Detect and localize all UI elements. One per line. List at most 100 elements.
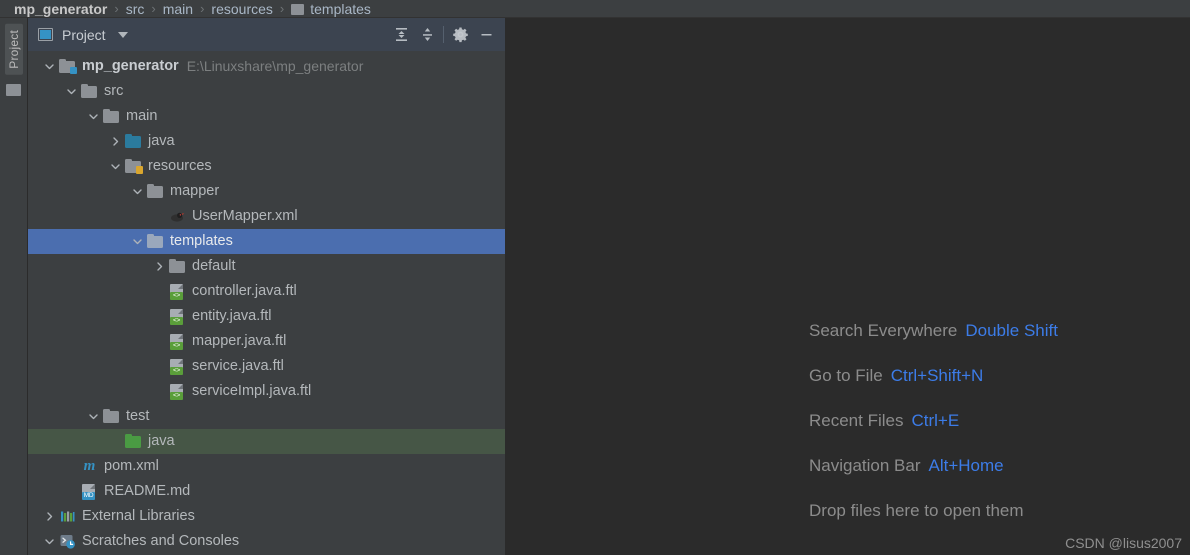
editor-hint: Drop files here to open them — [809, 501, 1058, 521]
tree-row[interactable]: resources — [28, 154, 505, 179]
tree-row[interactable]: <> serviceImpl.java.ftl — [28, 379, 505, 404]
tool-window-tab-project[interactable]: Project — [4, 24, 23, 75]
editor-hint-action: Drop files here to open them — [809, 501, 1024, 520]
folder-icon — [103, 408, 120, 425]
editor-empty-area[interactable]: Search Everywhere Double Shift Go to File C… — [506, 18, 1190, 555]
module-folder-icon — [59, 58, 77, 75]
folder-icon — [81, 83, 98, 100]
tree-row-label: java — [148, 433, 175, 449]
tree-row-label: test — [126, 408, 150, 424]
editor-hint-action: Navigation Bar — [809, 456, 921, 475]
tree-row-label: mapper.java.ftl — [192, 333, 287, 349]
breadcrumb-item-src[interactable]: src — [126, 0, 145, 18]
chevron-down-icon[interactable] — [64, 84, 79, 99]
tree-row-label: serviceImpl.java.ftl — [192, 383, 312, 399]
tree-row[interactable]: mapper — [28, 179, 505, 204]
ftl-file-icon: <> — [169, 383, 186, 400]
tree-row[interactable]: MD README.md — [28, 479, 505, 504]
chevron-down-icon[interactable] — [130, 184, 145, 199]
chevron-right-icon[interactable] — [42, 509, 57, 524]
collapse-all-button[interactable] — [414, 22, 440, 48]
breadcrumb-item-label: templates — [310, 0, 371, 17]
breadcrumb[interactable]: mp_generator › src › main › resources › template… — [0, 0, 1190, 18]
breadcrumb-item-templates[interactable]: templates — [291, 0, 371, 18]
tree-row-label: UserMapper.xml — [192, 208, 298, 224]
toolbar-divider — [443, 26, 444, 43]
breadcrumb-item-label: resources — [211, 0, 273, 17]
ftl-file-icon: <> — [169, 333, 186, 350]
breadcrumb-item-main[interactable]: main — [163, 0, 193, 18]
folder-icon — [169, 258, 186, 275]
chevron-down-icon[interactable] — [86, 409, 101, 424]
tree-row[interactable]: External Libraries — [28, 504, 505, 529]
editor-hint-shortcut: Double Shift — [965, 321, 1058, 340]
tree-row[interactable]: java — [28, 429, 505, 454]
tree-row[interactable]: templates — [28, 229, 505, 254]
tree-row[interactable]: main — [28, 104, 505, 129]
tree-row-label: resources — [148, 158, 212, 174]
mybatis-file-icon — [169, 208, 186, 225]
left-tool-strip: Project — [0, 18, 28, 555]
settings-button[interactable] — [447, 22, 473, 48]
ftl-file-icon: <> — [169, 358, 186, 375]
editor-hint: Recent Files Ctrl+E — [809, 411, 1058, 431]
tree-row[interactable]: mp_generator E:\Linuxshare\mp_generator — [28, 54, 505, 79]
breadcrumb-separator: › — [151, 0, 156, 16]
folder-icon — [291, 3, 305, 15]
editor-hint: Navigation Bar Alt+Home — [809, 456, 1058, 476]
tree-row[interactable]: UserMapper.xml — [28, 204, 505, 229]
watermark: CSDN @lisus2007 — [1065, 535, 1182, 551]
project-tree[interactable]: mp_generator E:\Linuxshare\mp_generator sr… — [28, 51, 505, 555]
tree-row[interactable]: src — [28, 79, 505, 104]
editor-hint-shortcut: Ctrl+Shift+N — [890, 366, 984, 385]
project-pane-icon — [38, 28, 53, 41]
tree-row[interactable]: test — [28, 404, 505, 429]
source-folder-icon — [125, 133, 142, 150]
tree-row-label: External Libraries — [82, 508, 195, 524]
scratches-icon — [59, 533, 76, 550]
editor-hint-shortcut: Alt+Home — [928, 456, 1004, 475]
chevron-down-icon[interactable] — [130, 234, 145, 249]
project-panel-header: Project — [28, 18, 505, 51]
chevron-right-icon[interactable] — [152, 259, 167, 274]
folder-icon — [103, 108, 120, 125]
chevron-down-icon[interactable] — [42, 59, 57, 74]
editor-hint-action: Search Everywhere — [809, 321, 958, 340]
chevron-down-icon[interactable] — [86, 109, 101, 124]
main-body: Project Project mp_generator E:\Linuxsha… — [0, 18, 1190, 555]
chevron-down-icon[interactable] — [42, 534, 57, 549]
breadcrumb-item-mp-generator[interactable]: mp_generator — [14, 0, 107, 18]
tree-row[interactable]: <> mapper.java.ftl — [28, 329, 505, 354]
resources-folder-icon — [125, 158, 143, 175]
chevron-right-icon[interactable] — [108, 134, 123, 149]
tree-row[interactable]: Scratches and Consoles — [28, 529, 505, 554]
tree-row[interactable]: <> entity.java.ftl — [28, 304, 505, 329]
tree-row-path: E:\Linuxshare\mp_generator — [186, 58, 364, 74]
editor-hint-shortcut: Ctrl+E — [911, 411, 960, 430]
breadcrumb-item-label: main — [162, 0, 194, 17]
test-folder-icon — [125, 433, 142, 450]
expand-all-button[interactable] — [388, 22, 414, 48]
tree-row[interactable]: default — [28, 254, 505, 279]
ftl-file-icon: <> — [169, 308, 186, 325]
editor-hint-action: Recent Files — [809, 411, 904, 430]
folder-icon[interactable] — [6, 83, 21, 96]
chevron-down-icon[interactable] — [117, 31, 128, 38]
breadcrumb-separator: › — [200, 0, 205, 16]
breadcrumb-separator: › — [279, 0, 285, 16]
tree-row[interactable]: <> controller.java.ftl — [28, 279, 505, 304]
minimize-button[interactable] — [473, 22, 499, 48]
editor-hint: Search Everywhere Double Shift — [809, 321, 1058, 341]
breadcrumb-item-label: mp_generator — [14, 0, 108, 17]
breadcrumb-item-label: src — [125, 0, 145, 17]
tree-row-label: java — [148, 133, 175, 149]
tree-row[interactable]: java — [28, 129, 505, 154]
breadcrumb-item-resources[interactable]: resources — [211, 0, 272, 18]
folder-icon — [147, 183, 164, 200]
tree-row[interactable]: m pom.xml — [28, 454, 505, 479]
editor-hint-list: Search Everywhere Double Shift Go to File C… — [809, 321, 1058, 521]
tree-row[interactable]: <> service.java.ftl — [28, 354, 505, 379]
chevron-down-icon[interactable] — [108, 159, 123, 174]
editor-hint-action: Go to File — [809, 366, 883, 385]
tree-row-label: main — [126, 108, 158, 124]
